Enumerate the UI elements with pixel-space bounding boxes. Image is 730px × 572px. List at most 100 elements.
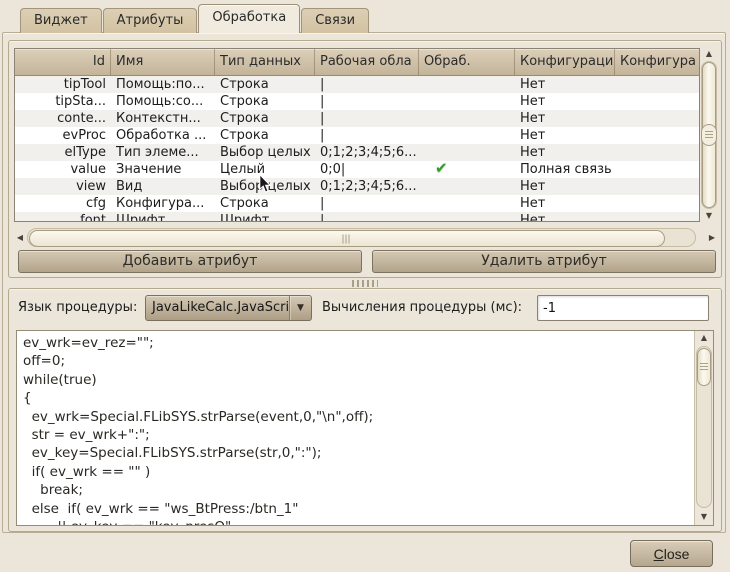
cell-config: Полная связь <box>515 161 615 178</box>
tab-label: Обработка <box>212 10 286 25</box>
table-row[interactable]: tipToolПомощь:по...Строка|Нет <box>15 76 699 93</box>
scrollbar-thumb[interactable] <box>702 62 716 208</box>
cell-config: Нет <box>515 76 615 93</box>
check-icon: ✔ <box>435 161 448 177</box>
attr-table-body: tipToolПомощь:по...Строка|НетtipSta...По… <box>15 76 699 222</box>
cell-config2 <box>615 127 699 144</box>
table-horizontal-scrollbar[interactable]: ◀ ▶ <box>14 227 718 249</box>
cell-name: Тип элеме... <box>111 144 215 161</box>
cell-config: Нет <box>515 144 615 161</box>
column-header-workarea[interactable]: Рабочая обла <box>315 49 419 75</box>
close-button[interactable]: Close <box>630 540 713 567</box>
table-row[interactable]: viewВидВыбор целых0;1;2;3;4;5;6...Нет <box>15 178 699 195</box>
splitter-handle[interactable] <box>352 280 378 287</box>
cell-name: Значение <box>111 161 215 178</box>
scrollbar-trough[interactable] <box>27 228 696 247</box>
cell-config2 <box>615 93 699 110</box>
tab-links[interactable]: Связи <box>301 8 369 33</box>
calc-period-input[interactable] <box>537 295 709 321</box>
cell-processing <box>419 76 515 93</box>
cell-config: Нет <box>515 93 615 110</box>
cell-datatype: Выбор целых <box>215 144 315 161</box>
column-header-processing[interactable]: Обраб. <box>419 49 515 75</box>
scrollbar-grip <box>700 363 708 371</box>
cell-workarea: 0;1;2;3;4;5;6... <box>315 178 419 195</box>
table-vertical-scrollbar[interactable]: ▲ ▼ <box>700 48 718 222</box>
scrollbar-thumb[interactable] <box>29 230 665 247</box>
tab-attributes[interactable]: Атрибуты <box>103 8 198 33</box>
table-row[interactable]: valueЗначениеЦелый0;0|✔Полная связь <box>15 161 699 178</box>
cell-processing <box>419 144 515 161</box>
cell-config2 <box>615 212 699 222</box>
remove-attribute-button[interactable]: Удалить атрибут <box>372 250 716 273</box>
cell-id: tipSta... <box>15 93 111 110</box>
cell-config2 <box>615 195 699 212</box>
table-row[interactable]: tipSta...Помощь:со...Строка|Нет <box>15 93 699 110</box>
tab-widget[interactable]: Виджет <box>20 8 102 33</box>
scroll-up-icon[interactable]: ▲ <box>700 48 718 60</box>
cell-datatype: Шрифт <box>215 212 315 222</box>
cell-name: Помощь:со... <box>111 93 215 110</box>
scrollbar-grip <box>701 124 717 146</box>
cell-id: elType <box>15 144 111 161</box>
cell-workarea: | <box>315 110 419 127</box>
cell-name: Конфигура... <box>111 195 215 212</box>
table-row[interactable]: cfgКонфигура...Строка|Нет <box>15 195 699 212</box>
scrollbar-thumb[interactable] <box>697 348 711 386</box>
scrollbar-trough[interactable] <box>696 346 712 508</box>
cell-config2 <box>615 144 699 161</box>
code-text[interactable]: ev_wrk=ev_rez=""; off=0; while(true) { e… <box>17 331 695 525</box>
cell-workarea: | <box>315 127 419 144</box>
cell-config2 <box>615 76 699 93</box>
code-vertical-scrollbar[interactable]: ▲ ▼ <box>694 331 713 525</box>
cell-id: font <box>15 212 111 222</box>
add-attribute-button[interactable]: Добавить атрибут <box>18 250 362 273</box>
cell-processing <box>419 178 515 195</box>
cell-processing <box>419 110 515 127</box>
column-header-datatype[interactable]: Тип данных <box>215 49 315 75</box>
scroll-up-icon[interactable]: ▲ <box>695 331 713 345</box>
cell-workarea: 0;0| <box>315 161 419 178</box>
cell-processing <box>419 127 515 144</box>
cell-config: Нет <box>515 212 615 222</box>
table-row[interactable]: conte...Контекстн...Строка|Нет <box>15 110 699 127</box>
cell-processing: ✔ <box>419 161 515 178</box>
procedure-language-select[interactable]: JavaLikeCalc.JavaScrip ▼ <box>145 295 312 321</box>
table-row[interactable]: evProcОбработка ...Строка|Нет <box>15 127 699 144</box>
scroll-down-icon[interactable]: ▼ <box>700 210 718 222</box>
procedure-code-editor[interactable]: ev_wrk=ev_rez=""; off=0; while(true) { e… <box>16 330 714 526</box>
cell-name: Шрифт <box>111 212 215 222</box>
scroll-down-icon[interactable]: ▼ <box>695 509 713 525</box>
column-header-config2[interactable]: Конфигура <box>615 49 699 75</box>
cell-id: value <box>15 161 111 178</box>
cell-config: Нет <box>515 178 615 195</box>
cell-name: Помощь:по... <box>111 76 215 93</box>
cell-name: Обработка ... <box>111 127 215 144</box>
tab-bar: Виджет Атрибуты Обработка Связи <box>20 5 370 33</box>
cell-id: conte... <box>15 110 111 127</box>
mouse-cursor-icon <box>256 174 274 198</box>
cell-datatype: Строка <box>215 110 315 127</box>
cell-processing <box>419 93 515 110</box>
table-row[interactable]: elTypeТип элеме...Выбор целых0;1;2;3;4;5… <box>15 144 699 161</box>
cell-config2 <box>615 110 699 127</box>
scrollbar-trough[interactable] <box>701 61 717 209</box>
cell-id: view <box>15 178 111 195</box>
scroll-left-icon[interactable]: ◀ <box>14 232 26 244</box>
cell-workarea: | <box>315 76 419 93</box>
column-header-name[interactable]: Имя <box>111 49 215 75</box>
cell-name: Вид <box>111 178 215 195</box>
tab-label: Связи <box>315 13 355 28</box>
cell-processing <box>419 195 515 212</box>
procedure-language-label: Язык процедуры: <box>18 295 137 321</box>
scrollbar-grip <box>343 234 352 243</box>
table-row[interactable]: fontШрифтШрифт|Нет <box>15 212 699 222</box>
scroll-right-icon[interactable]: ▶ <box>706 232 718 244</box>
close-label: Close <box>637 542 706 567</box>
column-header-id[interactable]: Id <box>15 49 111 75</box>
tab-processing[interactable]: Обработка <box>198 4 300 33</box>
cell-config: Нет <box>515 195 615 212</box>
table-header: Id Имя Тип данных Рабочая обла Обраб. Ко… <box>15 49 699 76</box>
cell-config: Нет <box>515 110 615 127</box>
column-header-config[interactable]: Конфигураци <box>515 49 615 75</box>
